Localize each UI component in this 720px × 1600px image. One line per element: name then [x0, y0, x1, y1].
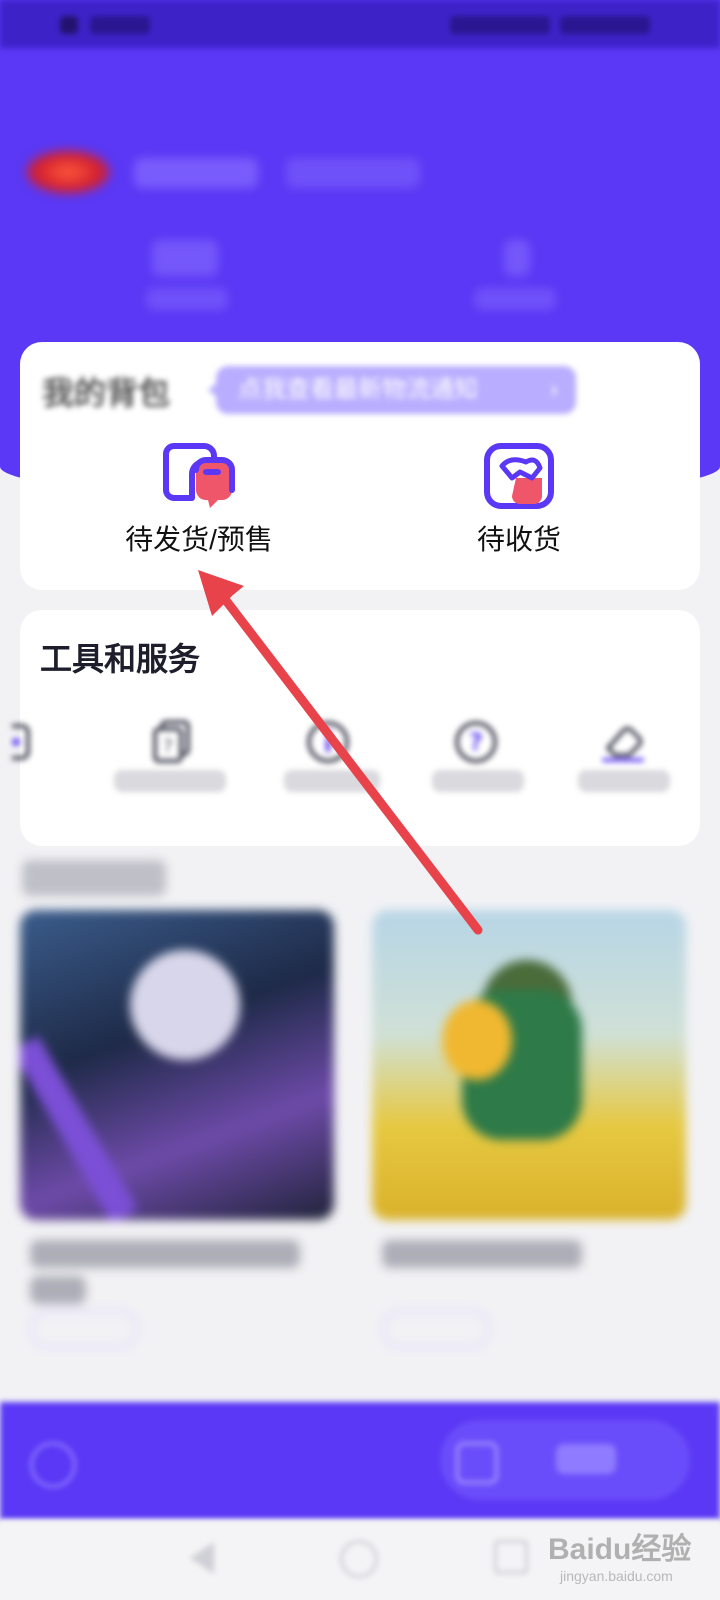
annotation-arrow [198, 570, 483, 935]
baidu-watermark: Baidu经验 [548, 1533, 692, 1566]
watermark-url: jingyan.baidu.com [560, 1568, 673, 1584]
